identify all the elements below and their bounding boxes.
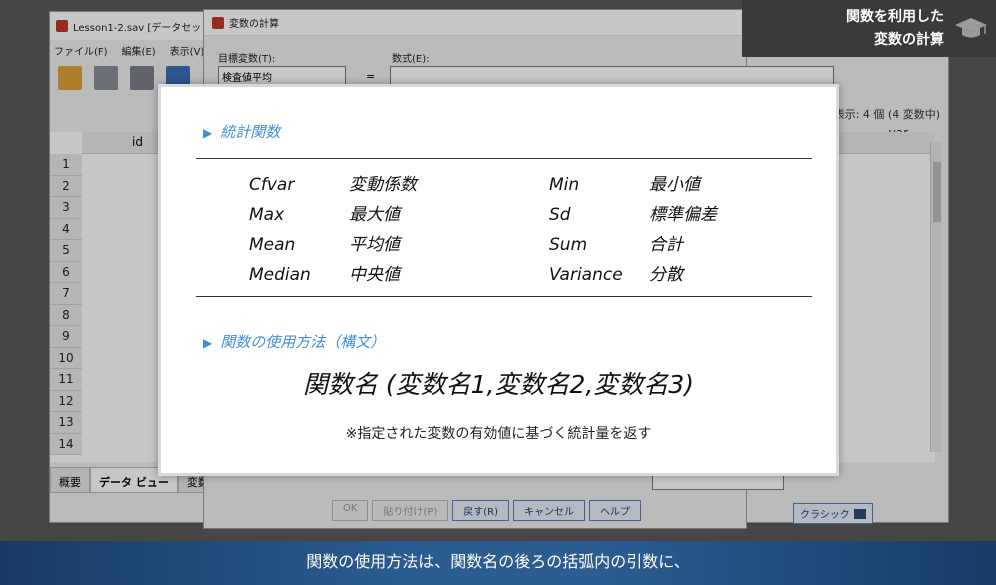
function-desc: 変動係数 (349, 175, 417, 195)
function-item: Sd 標準偏差 (549, 200, 717, 225)
section2-text: 関数の使用方法（構文） (220, 333, 386, 351)
function-name: Median (249, 265, 311, 285)
function-name: Mean (249, 235, 296, 255)
lesson-badge: 関数を利用した 変数の計算 (742, 0, 996, 57)
function-desc: 最小値 (649, 175, 700, 195)
function-desc: 最大値 (349, 205, 400, 225)
function-item: Cfvar 変動係数 (249, 170, 417, 195)
function-name: Sd (549, 205, 571, 225)
function-item: Variance 分散 (549, 260, 683, 285)
function-item: Median 中央値 (249, 260, 400, 285)
statistical-functions-card: ▶ 統計関数 Cfvar 変動係数 Max 最大値 Mean 平均値 Median 中央値… (158, 84, 839, 476)
function-item: Mean 平均値 (249, 230, 400, 255)
subtitle-text: 関数の使用方法は、関数名の後ろの括弧内の引数に、 (306, 552, 690, 571)
graduation-cap-icon (955, 18, 987, 38)
section-heading-statistical-functions: ▶ 統計関数 (203, 121, 280, 142)
function-desc: 分散 (649, 265, 683, 285)
triangle-bullet-icon: ▶ (203, 126, 213, 140)
function-item: Max 最大値 (249, 200, 400, 225)
function-name: Variance (549, 265, 623, 285)
divider-top (196, 158, 812, 159)
section-heading-syntax: ▶ 関数の使用方法（構文） (203, 331, 385, 352)
function-name: Min (549, 175, 580, 195)
syntax-example: 関数名 (変数名1,変数名2,変数名3) (302, 370, 695, 399)
subtitle-bar: 関数の使用方法は、関数名の後ろの括弧内の引数に、 (0, 541, 996, 585)
syntax-note: ※指定された変数の有効値に基づく統計量を返す (345, 426, 652, 442)
function-item: Min 最小値 (549, 170, 700, 195)
function-item: Sum 合計 (549, 230, 683, 255)
function-name: Cfvar (249, 175, 295, 195)
function-name: Max (249, 205, 285, 225)
triangle-bullet-icon: ▶ (203, 336, 213, 350)
section1-text: 統計関数 (220, 123, 281, 141)
function-desc: 平均値 (349, 235, 400, 255)
function-desc: 合計 (649, 235, 683, 255)
function-desc: 標準偏差 (649, 205, 717, 225)
divider-bottom (196, 296, 812, 297)
function-desc: 中央値 (349, 265, 400, 285)
badge-line-2: 変数の計算 (874, 32, 944, 48)
badge-line-1: 関数を利用した (846, 9, 944, 25)
function-name: Sum (549, 235, 588, 255)
